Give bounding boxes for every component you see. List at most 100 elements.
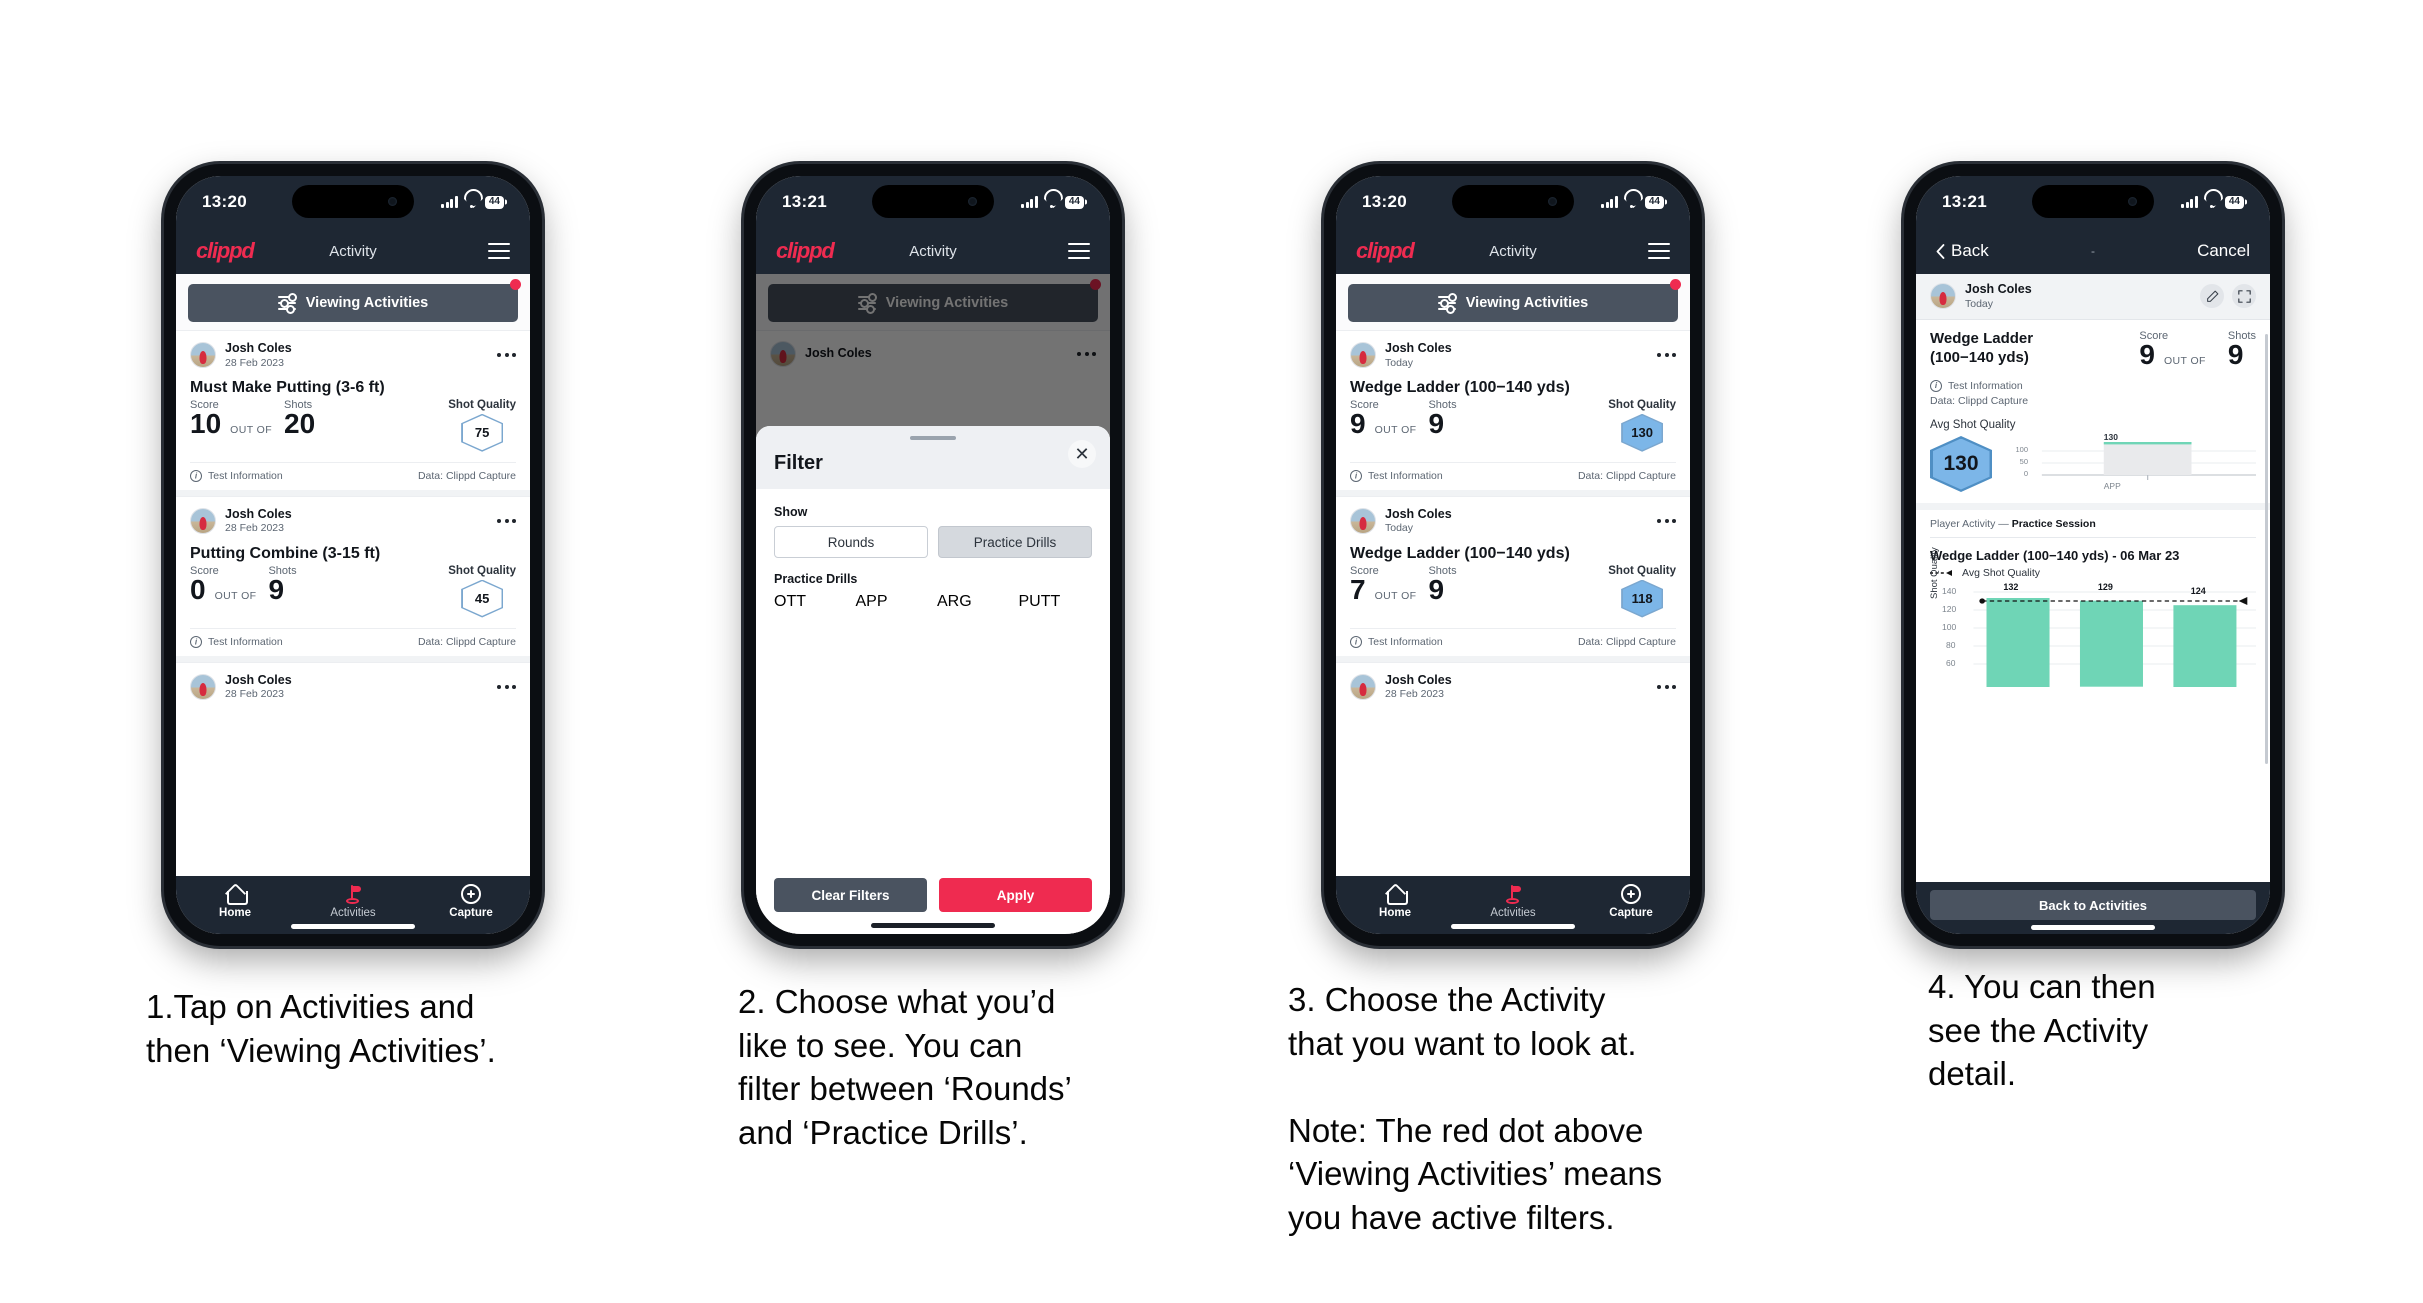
shot-quality-hexagon: 118 [1621,579,1664,618]
more-options-icon[interactable] [1657,684,1676,689]
avatar [190,342,216,369]
cancel-button[interactable]: Cancel [2197,241,2250,261]
hamburger-icon[interactable] [488,242,510,260]
back-to-activities-button[interactable]: Back to Activities [1930,890,2256,920]
card-header: Josh Coles 28 Feb 2023 [1350,673,1676,702]
card-header: Josh Coles Today [1350,507,1676,536]
info-icon[interactable] [190,469,202,482]
viewing-activities-button[interactable]: Viewing Activities [1348,284,1678,322]
activity-card[interactable]: Josh Coles 28 Feb 2023 Must Make Putting… [176,330,530,490]
clear-filters-button[interactable]: Clear Filters [774,878,927,912]
mini-chart-xtick: APP [2103,481,2121,492]
main-chart-svg [1973,591,2256,688]
score-block: Score 9 OUT OF [1350,399,1416,440]
clippd-logo: clippd [1356,238,1415,263]
status-indicators: 44 [2181,195,2244,209]
mini-chart-ytick-100: 100 [2015,445,2028,455]
card-metrics: Score 10 OUT OF Shots 20 Shot Quality 75 [190,399,516,456]
bar-label-2: 129 [2097,582,2113,593]
shot-quality-block: Shot Quality 118 [1608,565,1676,618]
more-options-icon[interactable] [1657,519,1676,524]
card-footer: Test Information Data: Clippd Capture [1350,461,1676,490]
avatar [1930,283,1956,310]
sheet-grabber[interactable] [910,436,956,440]
tab-activities[interactable]: Activities [294,883,412,919]
shot-quality-label: Shot Quality [448,564,516,577]
more-options-icon[interactable] [497,684,516,689]
option-putt[interactable]: PUTT [1019,593,1093,611]
filter-bar-wrap: Viewing Activities [1336,274,1690,330]
activity-date: Today [1385,356,1414,369]
detail-info-row: Test Information [1930,379,2256,395]
page-title: Activity [909,242,957,260]
detail-source: Data: Clippd Capture [1930,395,2029,408]
cellular-icon [441,196,458,208]
player-activity-value: Practice Session [2011,518,2096,531]
close-icon[interactable]: ✕ [1068,440,1096,468]
scrollbar[interactable] [2265,334,2268,764]
app-body: Viewing Activities Josh Coles Filte [756,274,1110,934]
activity-card[interactable]: Josh Coles 28 Feb 2023 Putting Combine (… [176,495,530,656]
hamburger-icon[interactable] [1068,242,1090,260]
option-arg[interactable]: ARG [937,593,1011,611]
option-ott[interactable]: OTT [774,593,848,611]
score-value: 7 [1350,573,1366,605]
player-activity-line: Player Activity — Practice Session [1930,518,2256,539]
card-header: Josh Coles 28 Feb 2023 [190,507,516,536]
apply-button[interactable]: Apply [939,878,1092,912]
more-options-icon[interactable] [1657,353,1676,358]
tab-home-label: Home [1379,907,1411,919]
tab-capture[interactable]: Capture [412,883,530,919]
battery-badge: 44 [1644,195,1664,209]
activity-card[interactable]: Josh Coles Today Wedge Ladder (100−140 y… [1336,330,1690,490]
tab-activities[interactable]: Activities [1454,883,1572,919]
user-name: Josh Coles [1385,506,1452,521]
hamburger-icon[interactable] [1648,242,1670,260]
option-app[interactable]: APP [856,593,930,611]
golf-flag-icon [343,884,363,904]
status-time: 13:21 [1942,192,1987,211]
fullscreen-icon[interactable] [2232,284,2256,309]
out-of-label: OUT OF [214,589,257,602]
back-button[interactable]: Back [1936,241,1989,261]
activity-date: Today [1965,297,1994,310]
viewing-activities-button[interactable]: Viewing Activities [188,284,518,322]
tab-home[interactable]: Home [1336,883,1454,919]
practice-drills-label: Practice Drills [774,572,858,586]
option-rounds[interactable]: Rounds [774,526,928,558]
phone-3-screen: 13:20 44 clippd Activity Viewing Activit… [1336,176,1690,934]
tab-capture[interactable]: Capture [1572,883,1690,919]
more-options-icon[interactable] [497,353,516,358]
tab-home[interactable]: Home [176,883,294,919]
detail-summary-row: Wedge Ladder (100−140 yds) Score 9 OUT O… [1930,330,2256,371]
shot-quality-value: 130 [1631,425,1653,441]
shot-quality-hexagon: 75 [461,413,504,452]
mini-chart-ytick-50: 50 [2019,457,2028,467]
activity-date: 28 Feb 2023 [225,522,284,535]
tutorial-stage: 13:20 44 clippd Activity Viewing Activit… [0,0,2423,1303]
info-icon[interactable] [190,635,202,648]
card-footer: Test Information Data: Clippd Capture [190,627,516,656]
shots-block: Shots 9 [268,565,296,606]
info-icon[interactable] [1350,635,1362,648]
wifi-icon [1624,196,1639,208]
plus-circle-icon [461,884,481,904]
info-icon[interactable] [1350,469,1362,482]
activity-title: Wedge Ladder (100−140 yds) [1350,544,1570,562]
activity-card-partial[interactable]: Josh Coles 28 Feb 2023 [1336,661,1690,702]
pencil-icon[interactable] [2200,284,2224,309]
more-options-icon[interactable] [497,519,516,524]
shot-quality-block: Shot Quality 75 [448,399,516,452]
caption-step-2: 2. Choose what you’d like to see. You ca… [738,983,1072,1151]
battery-badge: 44 [2224,195,2244,209]
activity-date: Today [1385,522,1414,535]
shot-quality-block: Shot Quality 130 [1608,399,1676,452]
phone-4: 13:21 44 Back - Cancel Josh Coles Today … [1904,164,2282,946]
page-title: Activity [329,242,377,260]
status-bar: 13:21 44 [756,176,1110,228]
activity-card[interactable]: Josh Coles Today Wedge Ladder (100−140 y… [1336,495,1690,656]
activity-card-partial[interactable]: Josh Coles 28 Feb 2023 [176,661,530,702]
clippd-logo: clippd [196,238,255,263]
option-practice-drills[interactable]: Practice Drills [938,526,1092,558]
info-icon[interactable] [1930,380,1942,393]
